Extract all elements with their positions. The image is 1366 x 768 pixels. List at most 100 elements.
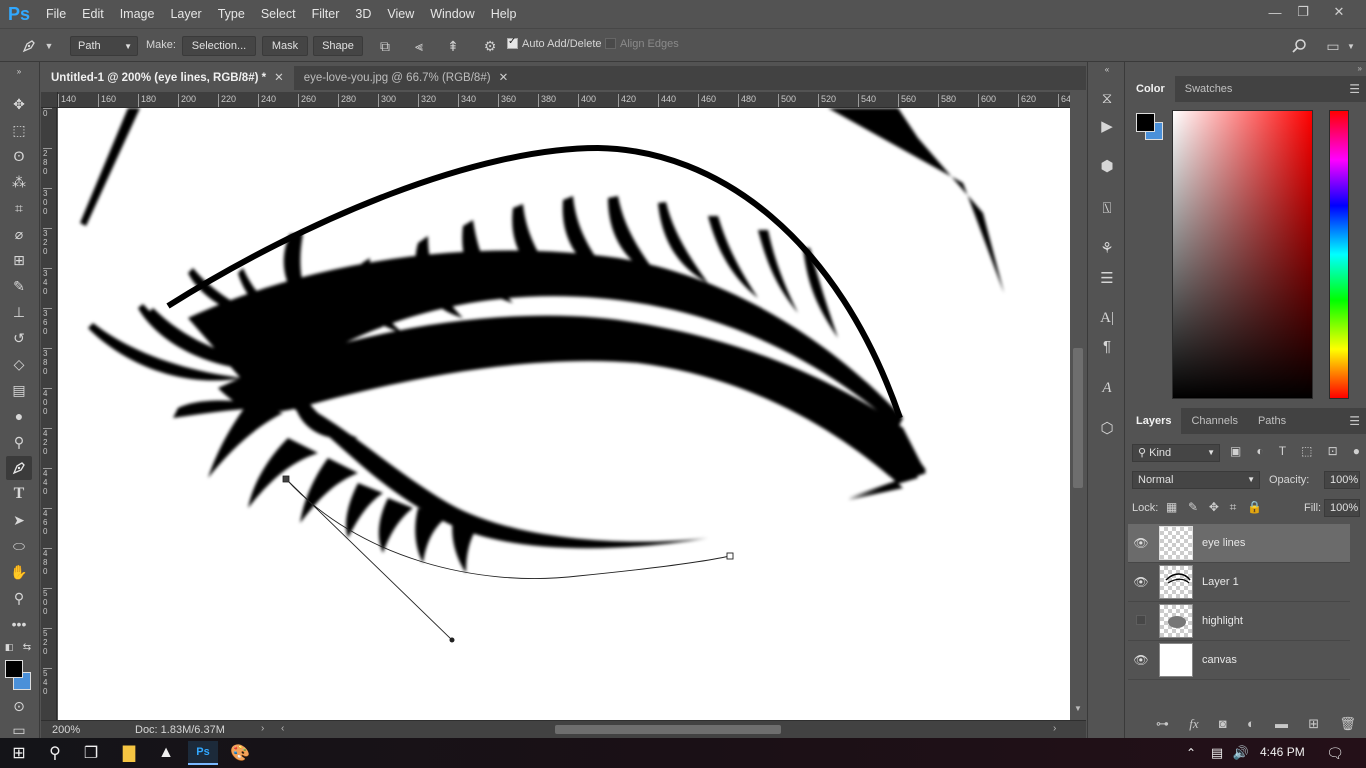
- layer-name[interactable]: canvas: [1202, 654, 1237, 666]
- chevron-down-icon[interactable]: ▼: [1342, 37, 1360, 55]
- clone-stamp-tool-icon[interactable]: ⊥: [6, 300, 32, 324]
- eyedropper-tool-icon[interactable]: ⌀: [6, 222, 32, 246]
- smart-object-filter-icon[interactable]: ⊡: [1328, 444, 1338, 462]
- marquee-tool-icon[interactable]: ⬚: [6, 118, 32, 142]
- visibility-toggle[interactable]: [1128, 614, 1154, 628]
- eye-icon[interactable]: 👁: [1128, 536, 1154, 550]
- lock-all-icon[interactable]: 🔒: [1247, 500, 1262, 515]
- lock-position-icon[interactable]: ✥: [1209, 500, 1219, 515]
- align-edges-checkbox[interactable]: Align Edges: [605, 38, 679, 50]
- status-menu-icon[interactable]: ›: [261, 723, 264, 734]
- menu-select[interactable]: Select: [253, 0, 304, 28]
- ruler-origin[interactable]: [41, 92, 58, 108]
- menu-view[interactable]: View: [379, 0, 422, 28]
- opacity-input[interactable]: 100%: [1324, 471, 1360, 489]
- layer-filter-select[interactable]: ⚲ Kind ▼: [1132, 444, 1220, 462]
- chevron-down-icon[interactable]: ▼: [40, 37, 58, 55]
- windows-start-icon[interactable]: ⊞: [4, 741, 34, 765]
- type-tool-icon[interactable]: T: [6, 482, 32, 506]
- trash-icon[interactable]: 🗑: [1339, 716, 1356, 732]
- adjustment-layer-icon[interactable]: ◐: [1247, 716, 1255, 732]
- eraser-tool-icon[interactable]: ◇: [6, 352, 32, 376]
- menu-file[interactable]: File: [38, 0, 74, 28]
- zoom-level[interactable]: 200%: [52, 724, 80, 736]
- adjustments-icon[interactable]: ☰: [1095, 266, 1119, 290]
- quick-mask-icon[interactable]: ⊙: [6, 694, 32, 718]
- tab-eye-love-you[interactable]: eye-love-you.jpg @ 66.7% (RGB/8#) ✕: [294, 66, 518, 90]
- path-selection-tool-icon[interactable]: ➤: [6, 508, 32, 532]
- menu-layer[interactable]: Layer: [162, 0, 209, 28]
- image-filter-icon[interactable]: ▣: [1230, 444, 1241, 462]
- vertical-scrollbar[interactable]: ▼: [1070, 92, 1086, 720]
- horizontal-ruler[interactable]: 140 160 180 200 220 240 260 280 300 320 340 360 380 4…: [58, 92, 1070, 108]
- menu-image[interactable]: Image: [112, 0, 163, 28]
- close-icon[interactable]: ✕: [274, 72, 284, 84]
- eye-icon[interactable]: 👁: [1128, 575, 1154, 589]
- vertical-scroll-thumb[interactable]: [1073, 348, 1083, 488]
- swap-colors-icon[interactable]: ⇆: [20, 640, 34, 654]
- paint-icon[interactable]: 🎨: [225, 741, 255, 765]
- restore-button[interactable]: ❐: [1286, 0, 1320, 24]
- search-icon[interactable]: ⚲: [40, 741, 70, 765]
- layer-row-canvas[interactable]: 👁 canvas: [1128, 641, 1350, 680]
- notifications-icon[interactable]: 🗨: [1320, 741, 1350, 765]
- shape-button[interactable]: Shape: [313, 36, 363, 56]
- layer-row-layer-1[interactable]: 👁 Layer 1: [1128, 563, 1350, 602]
- character-icon[interactable]: A|: [1095, 306, 1119, 330]
- magic-wand-tool-icon[interactable]: ⁂: [6, 170, 32, 194]
- scroll-down-icon[interactable]: ▼: [1074, 704, 1082, 713]
- hand-tool-icon[interactable]: ✋: [6, 560, 32, 584]
- gear-icon[interactable]: ⚙: [481, 37, 499, 55]
- menu-window[interactable]: Window: [422, 0, 482, 28]
- menu-3d[interactable]: 3D: [347, 0, 379, 28]
- brush-icon[interactable]: ⚘: [1095, 236, 1119, 260]
- ellipse-tool-icon[interactable]: ⬭: [6, 534, 32, 558]
- tab-layers[interactable]: Layers: [1126, 408, 1182, 434]
- scroll-right-icon[interactable]: ›: [1053, 723, 1056, 734]
- pen-tool-icon[interactable]: [6, 456, 32, 480]
- auto-add-delete-checkbox[interactable]: Auto Add/Delete: [507, 36, 602, 50]
- tool-mode-select[interactable]: Path ▼: [70, 36, 138, 56]
- tab-color[interactable]: Color: [1126, 76, 1175, 102]
- lock-artboard-icon[interactable]: ⌗: [1230, 500, 1237, 515]
- shape-filter-icon[interactable]: ⬚: [1301, 444, 1312, 462]
- move-tool-icon[interactable]: ✥: [6, 92, 32, 116]
- photos-icon[interactable]: ▲: [151, 741, 181, 765]
- zoom-tool-icon[interactable]: ⚲: [6, 586, 32, 610]
- fill-input[interactable]: 100%: [1324, 499, 1360, 517]
- layer-name[interactable]: highlight: [1202, 615, 1243, 627]
- blend-mode-select[interactable]: Normal ▼: [1132, 471, 1260, 489]
- actions-play-icon[interactable]: ▶: [1095, 114, 1119, 138]
- lock-transparent-icon[interactable]: ▦: [1166, 500, 1177, 515]
- close-button[interactable]: ✕: [1322, 0, 1356, 24]
- link-layers-icon[interactable]: ⊶: [1156, 716, 1169, 732]
- tab-paths[interactable]: Paths: [1248, 408, 1296, 434]
- eye-icon[interactable]: 👁: [1128, 653, 1154, 667]
- vertical-ruler[interactable]: 0 2 8 0 3 0 0 3 2 0 3 4 0 3 6 0 3 8 0 4 0 0 4 2 …: [41, 108, 57, 720]
- dodge-tool-icon[interactable]: ⚲: [6, 430, 32, 454]
- horizontal-scroll-thumb[interactable]: [555, 725, 781, 734]
- panel-menu-icon[interactable]: ☰: [1349, 82, 1360, 96]
- tab-swatches[interactable]: Swatches: [1175, 76, 1243, 102]
- panel-menu-icon[interactable]: ☰: [1349, 414, 1360, 428]
- mask-button[interactable]: Mask: [262, 36, 308, 56]
- new-group-icon[interactable]: ▬: [1275, 716, 1288, 732]
- hue-slider[interactable]: [1329, 110, 1349, 399]
- menu-filter[interactable]: Filter: [304, 0, 348, 28]
- collapse-arrows-icon[interactable]: «: [1095, 64, 1119, 74]
- foreground-color-swatch[interactable]: [5, 660, 23, 678]
- workspace-icon[interactable]: ▭: [1324, 37, 1342, 55]
- menu-type[interactable]: Type: [210, 0, 253, 28]
- 3d-materials-icon[interactable]: ⬢: [1095, 154, 1119, 178]
- task-view-icon[interactable]: ❐: [76, 741, 106, 765]
- adjustment-filter-icon[interactable]: ◐: [1256, 444, 1263, 462]
- scroll-left-icon[interactable]: ‹: [281, 723, 284, 734]
- brush-presets-icon[interactable]: ⍂: [1095, 196, 1119, 220]
- layer-name[interactable]: eye lines: [1202, 537, 1245, 549]
- blur-tool-icon[interactable]: ●: [6, 404, 32, 428]
- foreground-color-swatch[interactable]: [1136, 113, 1155, 132]
- document-canvas[interactable]: [58, 108, 1070, 720]
- new-layer-icon[interactable]: ⊞: [1308, 716, 1319, 732]
- healing-brush-tool-icon[interactable]: ⊞: [6, 248, 32, 272]
- layer-row-eye-lines[interactable]: 👁 eye lines: [1128, 524, 1350, 563]
